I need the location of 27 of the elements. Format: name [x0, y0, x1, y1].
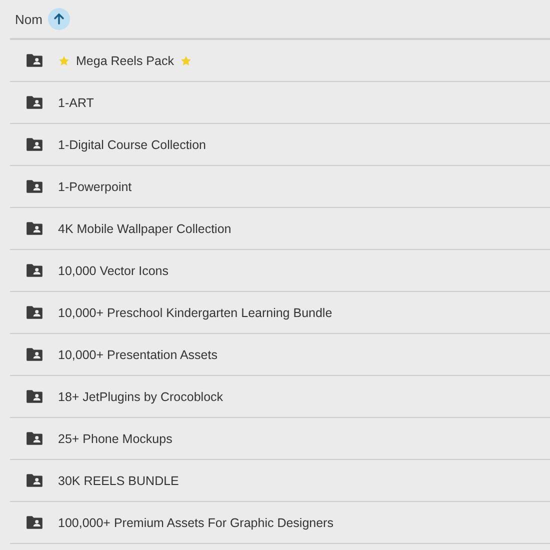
shared-folder-icon	[25, 387, 44, 406]
shared-folder-icon	[25, 135, 44, 154]
folder-name[interactable]: 10,000+ Presentation Assets	[58, 348, 218, 362]
folder-name[interactable]: 10,000+ Preschool Kindergarten Learning Bundle	[58, 306, 332, 320]
folder-name[interactable]: 4K Mobile Wallpaper Collection	[58, 222, 232, 236]
shared-folder-icon	[25, 303, 44, 322]
folder-name[interactable]: 10,000 Vector Icons	[58, 264, 168, 278]
folder-name[interactable]: 100,000+ Premium Assets For Graphic Designers	[58, 516, 334, 530]
folder-name[interactable]: 1-Powerpoint	[58, 180, 132, 194]
shared-folder-icon	[25, 93, 44, 112]
folder-name[interactable]: 25+ Phone Mockups	[58, 432, 172, 446]
shared-folder-icon	[25, 513, 44, 532]
shared-folder-icon	[25, 471, 44, 490]
folder-name[interactable]: 1-ART	[58, 96, 94, 110]
folder-name[interactable]: Mega Reels Pack	[76, 54, 174, 68]
shared-folder-icon	[25, 345, 44, 364]
column-header[interactable]: Nom	[15, 12, 42, 26]
sort-arrow-button[interactable]	[48, 8, 70, 30]
folder-name[interactable]: 30K REELS BUNDLE	[58, 474, 179, 488]
shared-folder-icon	[25, 51, 44, 70]
shared-folder-icon	[25, 219, 44, 238]
folder-name[interactable]: 18+ JetPlugins by Crocoblock	[58, 390, 224, 404]
shared-folder-icon	[25, 261, 44, 280]
folder-name[interactable]: 1-Digital Course Collection	[58, 138, 206, 152]
shared-folder-icon	[25, 177, 44, 196]
shared-folder-icon	[25, 429, 44, 448]
star-icon	[180, 54, 192, 66]
